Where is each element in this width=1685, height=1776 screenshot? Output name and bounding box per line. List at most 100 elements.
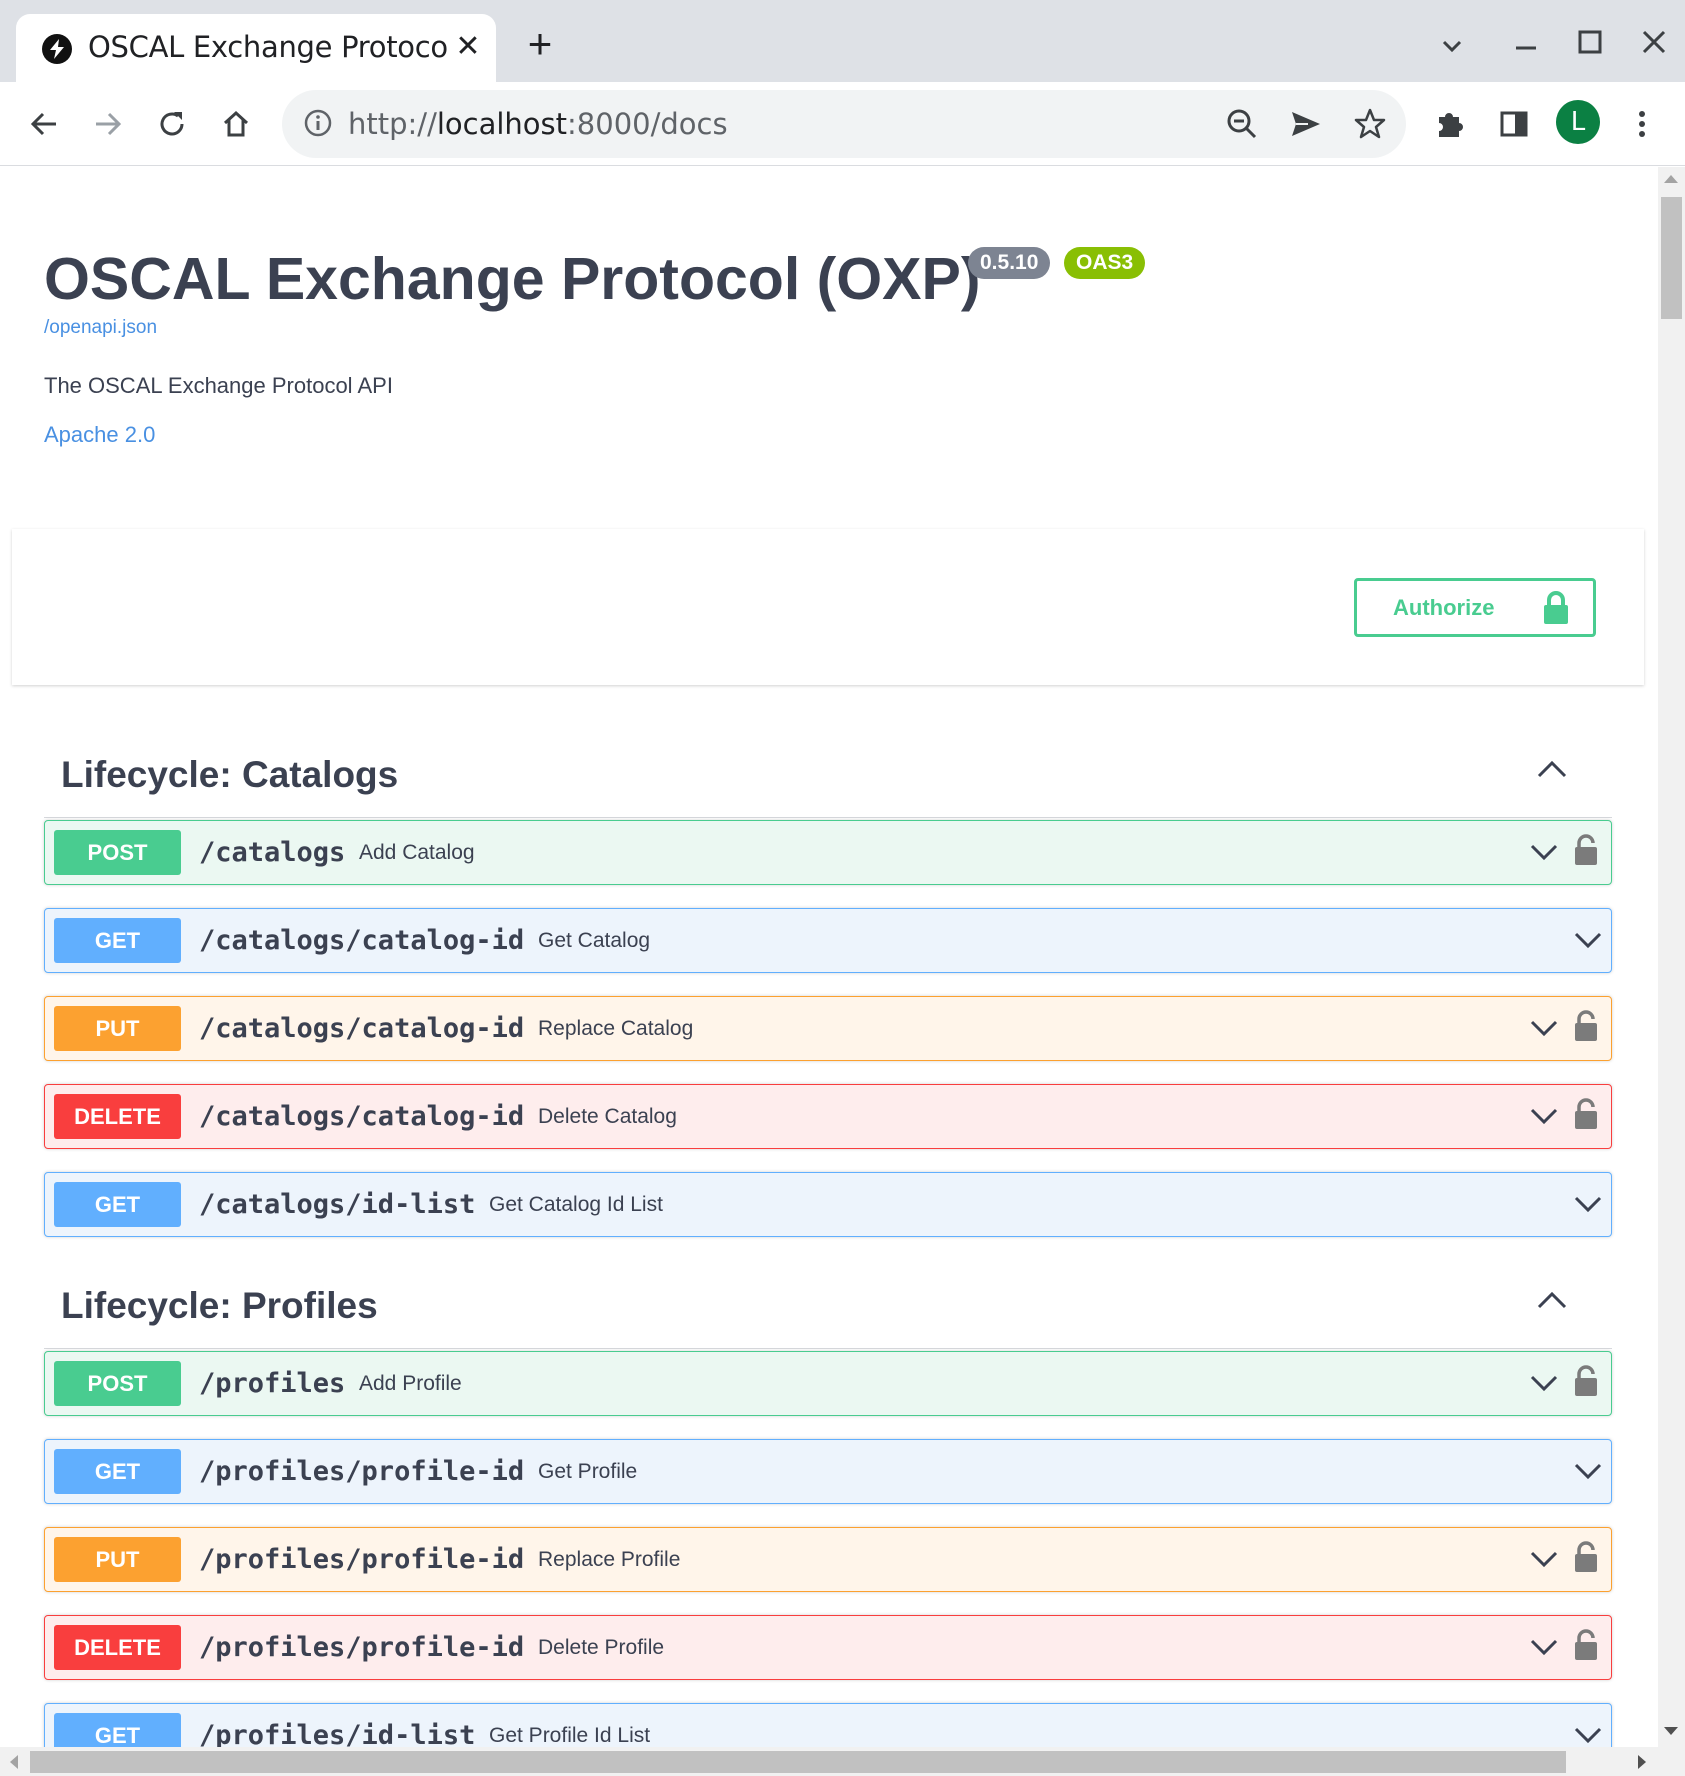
home-icon[interactable]: [212, 100, 260, 148]
opblock-get[interactable]: GET/profiles/profile-id Get Profile: [44, 1439, 1612, 1504]
lock-icon[interactable]: [1574, 1098, 1598, 1135]
chevron-down-icon[interactable]: [1573, 1193, 1603, 1220]
operation-summary: Get Profile: [538, 1460, 638, 1483]
lock-icon[interactable]: [1574, 834, 1598, 871]
operation-summary: Get Profile Id List: [489, 1724, 651, 1747]
window-close-icon[interactable]: [1632, 22, 1676, 66]
opblock-delete[interactable]: DELETE/profiles/profile-id Delete Profile: [44, 1615, 1612, 1680]
maximize-icon[interactable]: [1568, 22, 1612, 66]
chevron-down-icon[interactable]: [1529, 1636, 1559, 1663]
tag-title: Lifecycle: Profiles: [61, 1285, 378, 1326]
profile-avatar[interactable]: L: [1556, 100, 1600, 144]
url-path: :8000/docs: [567, 107, 728, 141]
operation-path: /catalogs/catalog-id: [199, 1101, 525, 1132]
chevron-up-icon[interactable]: [1536, 1289, 1568, 1316]
bolt-icon: [42, 34, 72, 64]
chevron-down-icon[interactable]: [1573, 1460, 1603, 1487]
lock-icon[interactable]: [1574, 1541, 1598, 1578]
forward-icon[interactable]: [84, 100, 132, 148]
lock-icon[interactable]: [1574, 1629, 1598, 1666]
method-badge: GET: [54, 1182, 181, 1227]
method-badge: GET: [54, 1713, 181, 1747]
method-badge: PUT: [54, 1537, 181, 1582]
side-panel-icon[interactable]: [1490, 100, 1538, 148]
chevron-down-icon[interactable]: [1529, 841, 1559, 868]
operation-path: /catalogs/catalog-id: [199, 925, 525, 956]
url-host: localhost: [436, 107, 568, 141]
authorize-label: Authorize: [1393, 595, 1495, 620]
horizontal-scroll-thumb[interactable]: [30, 1751, 1566, 1773]
opblock-put[interactable]: PUT/catalogs/catalog-id Replace Catalog: [44, 996, 1612, 1061]
tag-header[interactable]: Lifecycle: Catalogs: [44, 712, 1612, 818]
vertical-scrollbar[interactable]: [1658, 167, 1685, 1747]
new-tab-button[interactable]: +: [520, 23, 560, 66]
method-badge: GET: [54, 918, 181, 963]
tab-search-chevron-icon[interactable]: [1430, 22, 1474, 66]
method-badge: DELETE: [54, 1094, 181, 1139]
extensions-icon[interactable]: [1426, 100, 1474, 148]
url-text[interactable]: http://localhost:8000/docs: [348, 107, 728, 141]
scroll-right-arrow-icon[interactable]: [1638, 1755, 1646, 1769]
scroll-up-arrow-icon[interactable]: [1664, 175, 1678, 183]
scroll-down-arrow-icon[interactable]: [1664, 1727, 1678, 1735]
operation-path: /profiles/profile-id: [199, 1544, 525, 1575]
chevron-down-icon[interactable]: [1529, 1017, 1559, 1044]
operation-summary: Get Catalog Id List: [489, 1193, 663, 1216]
more-menu-icon[interactable]: [1618, 100, 1666, 148]
tag-header[interactable]: Lifecycle: Profiles: [44, 1243, 1612, 1349]
operation-path: /catalogs: [199, 837, 346, 868]
opblock-get[interactable]: GET/catalogs/id-list Get Catalog Id List: [44, 1172, 1612, 1237]
operation-summary: Replace Catalog: [538, 1017, 694, 1040]
operation-path: /profiles: [199, 1368, 346, 1399]
horizontal-scrollbar[interactable]: [0, 1747, 1685, 1776]
opblock-get[interactable]: GET/profiles/id-list Get Profile Id List: [44, 1703, 1612, 1747]
operation-summary: Add Profile: [359, 1372, 462, 1395]
operation-path: /profiles/id-list: [199, 1720, 476, 1747]
license-link[interactable]: Apache 2.0: [44, 422, 155, 448]
bookmark-star-icon[interactable]: [1352, 106, 1388, 147]
method-badge: PUT: [54, 1006, 181, 1051]
address-bar[interactable]: http://localhost:8000/docs: [282, 90, 1406, 158]
tag-section: Lifecycle: Catalogs POST/catalogs Add Cata…: [44, 712, 1612, 1237]
chevron-up-icon[interactable]: [1536, 758, 1568, 785]
chevron-down-icon[interactable]: [1529, 1105, 1559, 1132]
api-description: The OSCAL Exchange Protocol API: [44, 373, 393, 398]
chevron-down-icon[interactable]: [1573, 1724, 1603, 1747]
back-icon[interactable]: [20, 100, 68, 148]
operation-path: /profiles/profile-id: [199, 1632, 525, 1663]
swagger-page: OSCAL Exchange Protocol (OXP) 0.5.10 OAS…: [0, 167, 1658, 1747]
chevron-down-icon[interactable]: [1529, 1548, 1559, 1575]
scroll-left-arrow-icon[interactable]: [10, 1755, 18, 1769]
opblock-post[interactable]: POST/catalogs Add Catalog: [44, 820, 1612, 885]
chevron-down-icon[interactable]: [1529, 1372, 1559, 1399]
version-badge: 0.5.10: [968, 247, 1051, 279]
method-badge: POST: [54, 1361, 181, 1406]
send-icon[interactable]: [1288, 106, 1324, 147]
opblock-put[interactable]: PUT/profiles/profile-id Replace Profile: [44, 1527, 1612, 1592]
zoom-out-icon[interactable]: [1224, 106, 1260, 147]
lock-icon: [1543, 591, 1569, 630]
opblock-delete[interactable]: DELETE/catalogs/catalog-id Delete Catalog: [44, 1084, 1612, 1149]
browser-tab[interactable]: OSCAL Exchange Protocol ✕: [16, 14, 496, 82]
reload-icon[interactable]: [148, 100, 196, 148]
operation-summary: Delete Profile: [538, 1636, 665, 1659]
minimize-icon[interactable]: [1504, 22, 1548, 66]
operation-summary: Replace Profile: [538, 1548, 681, 1571]
operation-path: /catalogs/catalog-id: [199, 1013, 525, 1044]
opblock-get[interactable]: GET/catalogs/catalog-id Get Catalog: [44, 908, 1612, 973]
openapi-json-link[interactable]: /openapi.json: [44, 317, 157, 339]
opblock-post[interactable]: POST/profiles Add Profile: [44, 1351, 1612, 1416]
site-info-icon[interactable]: [302, 107, 334, 144]
tab-close-icon[interactable]: ✕: [452, 32, 484, 64]
lock-icon[interactable]: [1574, 1365, 1598, 1402]
lock-icon[interactable]: [1574, 1010, 1598, 1047]
vertical-scroll-thumb[interactable]: [1661, 197, 1682, 319]
url-scheme: http://: [348, 107, 437, 141]
authorize-button[interactable]: Authorize: [1354, 578, 1596, 637]
oas-badge: OAS3: [1064, 247, 1146, 279]
operation-summary: Get Catalog: [538, 929, 651, 952]
browser-toolbar: http://localhost:8000/docs L: [0, 82, 1685, 166]
chevron-down-icon[interactable]: [1573, 929, 1603, 956]
scheme-container: Authorize: [12, 529, 1644, 685]
method-badge: POST: [54, 830, 181, 875]
